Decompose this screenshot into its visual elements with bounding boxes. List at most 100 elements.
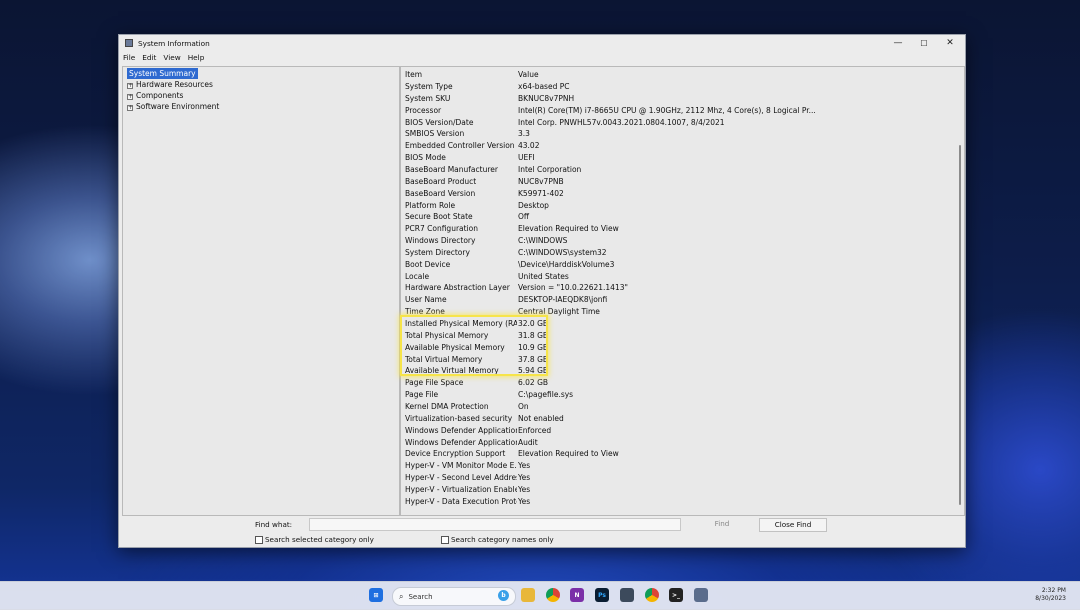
- tree-item-label: Components: [136, 91, 184, 100]
- row-item: Total Physical Memory: [405, 330, 489, 340]
- bing-icon[interactable]: b: [498, 590, 509, 601]
- terminal-icon[interactable]: >_: [669, 588, 683, 602]
- row-value: Off: [518, 212, 530, 222]
- find-input[interactable]: [309, 518, 681, 531]
- title-bar[interactable]: System Information — ☐ ✕: [119, 35, 965, 51]
- menu-view[interactable]: View: [163, 53, 180, 62]
- tree-item-label: Hardware Resources: [136, 80, 213, 89]
- row-value: Yes: [518, 496, 531, 506]
- row-item: Windows Directory: [405, 236, 476, 246]
- row-item: Windows Defender Application...: [405, 425, 517, 435]
- row-item: Available Physical Memory: [405, 342, 505, 352]
- row-item: System Directory: [405, 247, 470, 257]
- row-item: Page File: [405, 390, 439, 400]
- checkbox-label: Search selected category only: [265, 535, 374, 544]
- clock-date: 8/30/2023: [1035, 595, 1066, 602]
- row-item: Page File Space: [405, 378, 464, 388]
- row-value: Enforced: [518, 425, 552, 435]
- menu-edit[interactable]: Edit: [142, 53, 156, 62]
- row-value: \Device\HarddiskVolume3: [518, 259, 615, 269]
- row-item: Hyper-V - Virtualization Enable...: [405, 484, 517, 494]
- close-button[interactable]: ✕: [937, 35, 963, 51]
- menu-file[interactable]: File: [123, 53, 135, 62]
- row-value: Intel(R) Core(TM) i7-8665U CPU @ 1.90GHz…: [518, 105, 816, 115]
- minimize-button[interactable]: —: [885, 35, 911, 51]
- expand-icon[interactable]: +: [127, 94, 133, 100]
- row-item: User Name: [405, 295, 447, 305]
- row-value: 3.3: [518, 129, 530, 139]
- maximize-button[interactable]: ☐: [911, 35, 937, 51]
- row-item: Hardware Abstraction Layer: [405, 283, 510, 293]
- onenote-icon[interactable]: N: [570, 588, 584, 602]
- row-item: Boot Device: [405, 259, 451, 269]
- close-find-button[interactable]: Close Find: [759, 518, 827, 532]
- column-header-value[interactable]: Value: [518, 69, 818, 81]
- search-label: Search: [408, 592, 433, 601]
- row-value: Version = "10.0.22621.1413": [518, 283, 628, 293]
- row-value: Intel Corp. PNWHL57v.0043.2021.0804.1007…: [518, 117, 725, 127]
- row-value: 32.0 GB: [518, 319, 549, 328]
- row-value: C:\pagefile.sys: [518, 390, 574, 400]
- menu-help[interactable]: Help: [188, 53, 205, 62]
- chrome-icon[interactable]: [546, 588, 560, 602]
- expand-icon[interactable]: +: [127, 83, 133, 89]
- row-item: Total Virtual Memory: [405, 354, 483, 364]
- row-item: Kernel DMA Protection: [405, 401, 489, 411]
- tree-item-label: Software Environment: [136, 102, 220, 111]
- windows-start-icon[interactable]: ⊞: [369, 588, 383, 602]
- row-item: Installed Physical Memory (RAM): [405, 319, 517, 328]
- checkbox-box[interactable]: [441, 535, 449, 544]
- find-button[interactable]: Find: [689, 518, 755, 530]
- expand-icon[interactable]: +: [127, 105, 133, 111]
- category-tree[interactable]: System Summary + Hardware Resources + Comp…: [122, 66, 400, 516]
- row-item: Available Virtual Memory: [405, 366, 499, 376]
- row-value: Yes: [518, 484, 531, 494]
- row-value: Intel Corporation: [518, 164, 582, 174]
- row-value: x64-based PC: [518, 82, 570, 91]
- checkbox-box[interactable]: [255, 535, 263, 544]
- row-value: Yes: [518, 461, 531, 471]
- row-value: K59971-402: [518, 188, 564, 198]
- row-value: 5.94 GB: [518, 366, 549, 376]
- search-icon: ⌕: [399, 591, 404, 601]
- scrollbar[interactable]: [959, 145, 961, 505]
- details-list[interactable]: Item Value System Type x64-based PC System…: [400, 66, 965, 516]
- row-value: 31.8 GB: [518, 330, 549, 340]
- system-information-icon[interactable]: [694, 588, 708, 602]
- row-item: Hyper-V - Data Execution Prote...: [405, 496, 517, 506]
- search-category-names-checkbox[interactable]: Search category names only: [441, 535, 554, 544]
- row-value: UEFI: [518, 153, 535, 163]
- row-item: System SKU: [405, 93, 451, 103]
- window-title: System Information: [138, 38, 210, 48]
- row-value: C:\WINDOWS\system32: [518, 247, 607, 257]
- row-item: Device Encryption Support: [405, 449, 506, 459]
- row-item: Virtualization-based security: [405, 413, 513, 423]
- row-value: BKNUC8v7PNH: [518, 93, 575, 103]
- tree-item-system-summary[interactable]: System Summary: [127, 68, 198, 79]
- row-value: 37.8 GB: [518, 354, 549, 364]
- clock[interactable]: 2:32 PM 8/30/2023: [1035, 587, 1066, 603]
- row-value: United States: [518, 271, 569, 281]
- row-item: Secure Boot State: [405, 212, 473, 222]
- calculator-icon[interactable]: [620, 588, 634, 602]
- row-value: C:\WINDOWS: [518, 236, 568, 246]
- row-value: Audit: [518, 437, 538, 447]
- row-value: 6.02 GB: [518, 378, 549, 388]
- column-header-item[interactable]: Item: [405, 69, 517, 81]
- chrome-profile-icon[interactable]: [645, 588, 659, 602]
- search-selected-category-checkbox[interactable]: Search selected category only: [255, 535, 374, 544]
- row-item: BaseBoard Product: [405, 176, 477, 186]
- row-item: System Type: [405, 82, 453, 91]
- tree-item-components[interactable]: + Components: [127, 90, 183, 101]
- row-value: Not enabled: [518, 413, 564, 423]
- system-information-window: System Information — ☐ ✕ File Edit View …: [118, 34, 966, 548]
- row-item: Time Zone: [405, 307, 445, 317]
- row-item: BaseBoard Manufacturer: [405, 164, 498, 174]
- row-item: Locale: [405, 271, 430, 281]
- row-value: NUC8v7PNB: [518, 176, 564, 186]
- file-explorer-icon[interactable]: [521, 588, 535, 602]
- tree-item-hardware-resources[interactable]: + Hardware Resources: [127, 79, 213, 90]
- tree-item-software-environment[interactable]: + Software Environment: [127, 101, 219, 112]
- find-label: Find what:: [255, 520, 293, 529]
- photoshop-icon[interactable]: Ps: [595, 588, 609, 602]
